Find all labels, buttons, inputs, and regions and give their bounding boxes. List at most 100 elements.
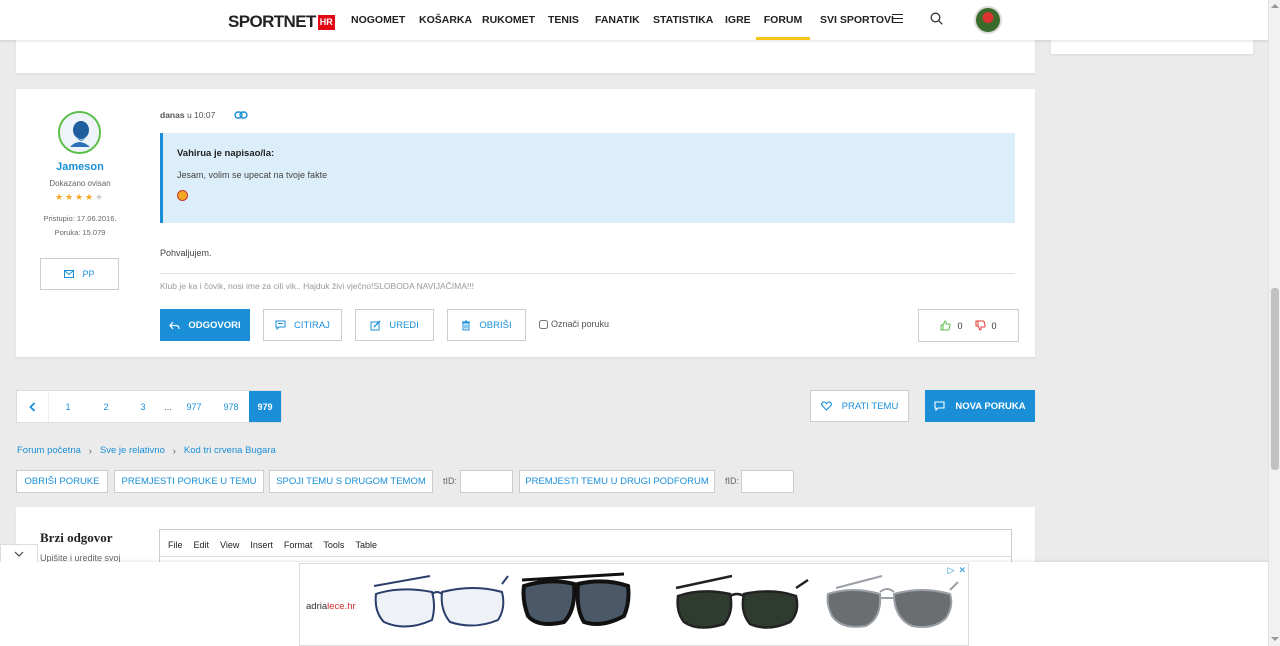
page-link-978[interactable]: 978 xyxy=(213,391,249,422)
post-timestamp: danas u 10:07 xyxy=(160,110,215,120)
dislike-count: 0 xyxy=(991,320,997,331)
user-rating-stars: ★ ★ ★ ★ ★ xyxy=(55,193,104,202)
quote-button[interactable]: CITIRAJ xyxy=(263,309,342,341)
page-link-3[interactable]: 3 xyxy=(125,391,161,422)
quick-reply-title: Brzi odgovor xyxy=(40,530,113,545)
move-topic-button[interactable]: PREMJESTI TEMU U DRUGI PODFORUM xyxy=(519,470,715,493)
top-navigation: SPORTNET HR NOGOMET KOŠARKA RUKOMET TENI… xyxy=(0,0,1280,40)
nav-item-igre[interactable]: IGRE xyxy=(725,14,751,40)
dislike-button[interactable]: 0 xyxy=(975,320,997,331)
nav-item-forum[interactable]: FORUM xyxy=(756,14,810,40)
follow-topic-button[interactable]: PRATI TEMU xyxy=(810,390,909,422)
delete-posts-button[interactable]: OBRIŠI PORUKE xyxy=(16,470,108,493)
nav-item-tenis[interactable]: TENIS xyxy=(548,14,579,40)
editor-menu-view[interactable]: View xyxy=(220,540,239,550)
advertisement-banner[interactable]: adrialece.hr ▷ ✕ xyxy=(299,563,969,646)
advertisement-bar: adrialece.hr ▷ ✕ xyxy=(0,562,1268,646)
post-body: Pohvaljujem. xyxy=(160,248,212,258)
nav-item-kosarka[interactable]: KOŠARKA xyxy=(419,14,472,40)
page-link-1[interactable]: 1 xyxy=(49,391,87,422)
search-icon[interactable] xyxy=(930,12,943,25)
pagination: 1 2 3 ... 977 978 979 xyxy=(16,390,282,423)
user-post-count: Poruka: 15.079 xyxy=(54,228,106,237)
user-joined-date: Pristupio: 17.06.2016. xyxy=(43,214,117,223)
editor-menu-table[interactable]: Table xyxy=(355,540,377,550)
post-date-day: danas xyxy=(160,110,185,120)
scrollbar-thumb[interactable] xyxy=(1271,288,1279,470)
reply-button[interactable]: ODGOVORI xyxy=(160,309,250,341)
trash-icon xyxy=(462,320,471,330)
fid-label: fID: xyxy=(725,476,740,486)
nav-item-fanatik[interactable]: FANATIK xyxy=(595,14,640,40)
new-post-button[interactable]: NOVA PORUKA xyxy=(925,390,1035,422)
mark-post-input[interactable] xyxy=(539,319,548,329)
permalink-icon[interactable] xyxy=(234,110,248,120)
tid-input[interactable] xyxy=(460,470,513,493)
like-button[interactable]: 0 xyxy=(940,320,963,331)
user-avatar[interactable] xyxy=(58,111,101,154)
mark-post-checkbox[interactable]: Označi poruku xyxy=(539,319,609,329)
quote-bubble-icon xyxy=(275,320,286,330)
edit-label: UREDI xyxy=(389,319,419,331)
delete-label: OBRIŠI xyxy=(479,319,512,331)
breadcrumb-topic[interactable]: Kod tri crvena Bugara xyxy=(184,445,276,456)
user-rank: Dokazano ovisan xyxy=(49,179,111,188)
delete-button[interactable]: OBRIŠI xyxy=(447,309,526,341)
editor-menu-insert[interactable]: Insert xyxy=(250,540,273,550)
merge-topic-button[interactable]: SPOJI TEMU S DRUGOM TEMOM xyxy=(269,470,433,493)
breadcrumb: Forum početna › Sve je relativno › Kod t… xyxy=(17,445,276,456)
page-link-977[interactable]: 977 xyxy=(175,391,213,422)
breadcrumb-forum-home[interactable]: Forum početna xyxy=(17,445,81,456)
quick-reply-section: Brzi odgovor Upišite i uredite svoj File… xyxy=(16,507,1035,569)
move-posts-button[interactable]: PREMJESTI PORUKE U TEMU xyxy=(114,470,264,493)
chevron-left-icon xyxy=(29,401,36,412)
logo-badge: HR xyxy=(317,14,335,30)
scroll-down-arrow[interactable] xyxy=(1271,637,1279,641)
sportnet-logo[interactable]: SPORTNET HR xyxy=(228,12,335,32)
signature-divider xyxy=(160,273,1015,274)
prev-page-button[interactable] xyxy=(17,391,49,422)
follow-topic-label: PRATI TEMU xyxy=(841,400,899,412)
thumbs-up-icon xyxy=(940,320,952,331)
pm-label: PP xyxy=(82,269,95,279)
quote-block: Vahirua je napisao/la: Jesam, volim se u… xyxy=(160,133,1015,223)
post-username[interactable]: Jameson xyxy=(16,161,144,173)
star-icon: ★ xyxy=(85,192,94,202)
nav-item-nogomet[interactable]: NOGOMET xyxy=(351,14,405,40)
edit-button[interactable]: UREDI xyxy=(355,309,434,341)
reply-label: ODGOVORI xyxy=(188,319,241,331)
like-count: 0 xyxy=(957,320,963,331)
envelope-icon xyxy=(64,270,75,278)
collapse-ad-button[interactable] xyxy=(0,544,38,562)
breadcrumb-subforum[interactable]: Sve je relativno xyxy=(100,445,165,456)
black-sunglasses-image xyxy=(521,572,631,626)
editor-menu-file[interactable]: File xyxy=(168,540,183,550)
aviator-sunglasses-image xyxy=(826,575,959,628)
nav-item-statistika[interactable]: STATISTIKA xyxy=(653,14,713,40)
nav-item-rukomet[interactable]: RUKOMET xyxy=(482,14,535,40)
star-icon: ★ xyxy=(65,192,74,202)
user-avatar-top[interactable] xyxy=(974,6,1002,34)
forum-post: Jameson Dokazano ovisan ★ ★ ★ ★ ★ Pristu… xyxy=(16,89,1035,357)
page-scrollbar[interactable] xyxy=(1268,0,1280,646)
private-message-button[interactable]: PP xyxy=(40,258,119,290)
new-post-label: NOVA PORUKA xyxy=(955,400,1026,412)
page-link-2[interactable]: 2 xyxy=(87,391,125,422)
menu-icon[interactable] xyxy=(892,14,903,23)
scroll-up-arrow[interactable] xyxy=(1271,4,1279,8)
editor-menu-format[interactable]: Format xyxy=(284,540,313,550)
laughing-emoji-icon xyxy=(177,190,188,201)
star-icon: ★ xyxy=(55,192,64,202)
logo-text: SPORTNET xyxy=(228,12,316,31)
fid-input[interactable] xyxy=(741,470,794,493)
chevron-right-icon: › xyxy=(172,445,176,456)
close-icon[interactable]: ✕ xyxy=(958,565,966,576)
nav-item-svi-sportovi[interactable]: SVI SPORTOVI xyxy=(820,14,894,40)
page-link-979-current[interactable]: 979 xyxy=(249,391,281,422)
heart-icon xyxy=(820,401,832,411)
editor-menu-edit[interactable]: Edit xyxy=(194,540,210,550)
post-signature: Klub je ka i čovik, nosi ime za cili vik… xyxy=(160,281,474,291)
ad-choices-icon[interactable]: ▷ xyxy=(948,565,955,576)
editor-menu-tools[interactable]: Tools xyxy=(323,540,344,550)
ad-brand-suffix: lece.hr xyxy=(327,601,356,612)
